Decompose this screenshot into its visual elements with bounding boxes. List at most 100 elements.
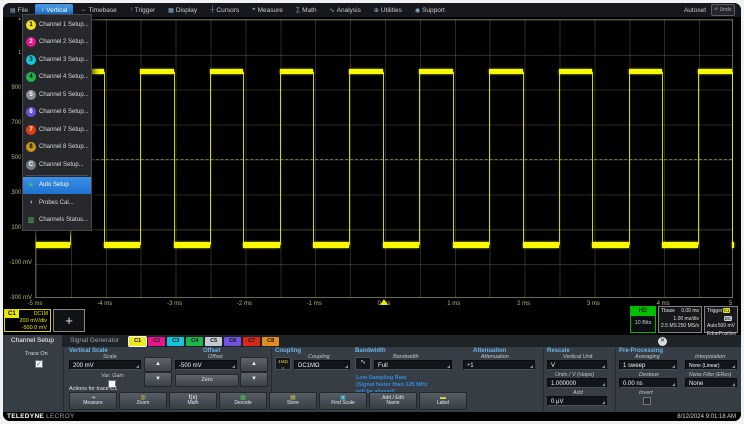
decode-button[interactable]: ▦Decode	[219, 392, 267, 410]
offset-field[interactable]: -500 mV	[175, 360, 237, 370]
offset-zero-button[interactable]: Zero	[175, 374, 239, 387]
trigger-descriptor-box[interactable]: Trigger C1 DC Auto 500 mV Edge Positive	[704, 306, 738, 333]
interpolation-field[interactable]: None (Linear)	[685, 360, 737, 370]
label-button[interactable]: ▬Label	[419, 392, 467, 410]
dialog-tab-row: Channel SetupSignal GeneratorC1C2C3C4C5C…	[3, 335, 741, 347]
undo-autoset-button[interactable]: ↶ Undo	[711, 4, 735, 16]
store-button[interactable]: ▤Store	[269, 392, 317, 410]
scale-field[interactable]: 200 mV	[69, 360, 141, 370]
waveform-edge	[243, 72, 244, 245]
bandwidth-field[interactable]: Full	[374, 360, 452, 370]
menu-item-channel-c-setup[interactable]: CChannel Setup...	[23, 156, 91, 174]
timebase-delay: 0.00 ms	[681, 308, 699, 316]
x-axis-label: -3 ms	[167, 301, 182, 307]
trigger-time-marker[interactable]	[380, 299, 388, 305]
menu-item-label: Auto Setup	[39, 182, 69, 188]
channel-chip-c7[interactable]: C7	[243, 337, 260, 346]
units-per-v-field[interactable]: 1.000000	[547, 378, 607, 388]
teledyne-lecroy-logo: TELEDYNELECROY	[7, 413, 75, 420]
menu-item-channel-3-setup[interactable]: 3Channel 3 Setup...	[23, 51, 91, 69]
noise-filter-field[interactable]: None	[685, 378, 737, 388]
deskew-field[interactable]: 0.00 ns	[619, 378, 677, 388]
measure-button[interactable]: ⇥Measure	[69, 392, 117, 410]
menu-item-channel-6-setup[interactable]: 6Channel 6 Setup...	[23, 104, 91, 122]
waveform-edge	[662, 72, 663, 245]
zoom-button[interactable]: ◎Zoom	[119, 392, 167, 410]
x-axis-label: -2 ms	[237, 301, 252, 307]
find-scale-label: Find Scale	[331, 401, 355, 407]
math-button[interactable]: f(x)Math	[169, 392, 217, 410]
menu-item-channel-4-setup[interactable]: 4Channel 4 Setup...	[23, 69, 91, 87]
coupling-field[interactable]: DC1MΩ	[294, 360, 350, 370]
add-edit-name-button[interactable]: Add / EditName	[369, 392, 417, 410]
c1-descriptor-box[interactable]: C1 DC1M 200 mV/div -500.0 mV	[4, 309, 51, 332]
menu-item-channel-2-setup[interactable]: 2Channel 2 Setup...	[23, 34, 91, 52]
scale-decrease-button[interactable]: ▼	[144, 372, 172, 387]
auto-setup-icon: ★	[26, 181, 36, 189]
channel-chip-c8[interactable]: C8	[262, 337, 279, 346]
add-trace-button[interactable]: +	[53, 309, 85, 332]
menu-trigger[interactable]: ↑Trigger	[124, 4, 161, 16]
waveform-high-segment	[698, 69, 732, 74]
menu-display[interactable]: ▦Display	[162, 4, 203, 16]
tab-channel-setup[interactable]: Channel Setup	[3, 335, 62, 347]
channel-chip-c4[interactable]: C4	[186, 337, 203, 346]
channel-setup-dialog: Channel SetupSignal GeneratorC1C2C3C4C5C…	[3, 335, 741, 412]
dialog-close-button[interactable]: ✕	[658, 337, 667, 346]
autoset-button[interactable]: Autoset	[684, 7, 706, 14]
menu-support[interactable]: ◉Support	[409, 4, 451, 16]
menu-item-probes-cal[interactable]: ◖Probes Cal...	[23, 194, 91, 212]
timebase-samples: 2.5 MS	[661, 323, 677, 331]
x-axis-label: -1 ms	[307, 301, 322, 307]
menu-measure[interactable]: ⌖Measure	[246, 4, 289, 16]
waveform-low-segment	[104, 242, 140, 248]
trace-on-checkbox[interactable]: ✓	[35, 360, 43, 368]
waveform-edge	[419, 72, 420, 245]
datetime-readout: 8/12/2024 9:01:18 AM	[677, 414, 736, 420]
waveform-high-segment	[349, 69, 383, 74]
timebase-label: Tbase	[661, 308, 675, 316]
tab-signal-generator[interactable]: Signal Generator	[62, 335, 127, 347]
offset-decrease-button[interactable]: ▼	[240, 372, 268, 387]
offset-increase-button[interactable]: ▲	[240, 357, 268, 372]
waveform-high-segment	[210, 69, 244, 74]
graticule[interactable]	[35, 19, 733, 298]
menu-item-channel-5-setup[interactable]: 5Channel 5 Setup...	[23, 86, 91, 104]
invert-checkbox[interactable]	[643, 397, 651, 405]
channel-chip-c1[interactable]: C1	[129, 337, 146, 346]
file-icon: ▤	[10, 7, 16, 14]
menu-item-auto-setup[interactable]: ★Auto Setup	[23, 177, 91, 195]
menu-utilities[interactable]: ⊕Utilities	[368, 4, 408, 16]
find-scale-button[interactable]: ▣Find Scale	[319, 392, 367, 410]
channel-chip-c5[interactable]: C5	[205, 337, 222, 346]
channel-6-icon: 6	[26, 107, 36, 117]
averaging-field[interactable]: 1 sweep	[619, 360, 677, 370]
hd-mode-box[interactable]: HD 10 Bits	[630, 306, 656, 333]
channel-3-icon: 3	[26, 55, 36, 65]
add-field[interactable]: 0 µV	[547, 396, 607, 406]
menu-display-label: Display	[176, 7, 197, 14]
timebase-descriptor-box[interactable]: Tbase 0.00 ms 1.00 ms/div 2.5 MS 250 MS/…	[658, 306, 702, 333]
decode-label: Decode	[234, 401, 251, 407]
waveform-display: 1.3 V1.1 V900 mV700 mV500 mV300 mV100 mV…	[3, 17, 741, 307]
channel-chip-c6[interactable]: C6	[224, 337, 241, 346]
menu-item-channels-status[interactable]: ▥Channels Status...	[23, 212, 91, 230]
timebase-per-div: 1.00 ms/div	[673, 316, 699, 324]
menu-item-channel-1-setup[interactable]: 1Channel 1 Setup...	[23, 16, 91, 34]
menu-math[interactable]: ∑Math	[290, 4, 323, 16]
vertical-unit-field[interactable]: V	[547, 360, 607, 370]
undo-label: Undo	[720, 7, 732, 13]
menu-cursors[interactable]: ┼Cursors	[204, 4, 245, 16]
trigger-mode: Auto	[707, 323, 717, 331]
bandwidth-filter-icon: ∿	[355, 357, 371, 370]
channel-chip-c3[interactable]: C3	[167, 337, 184, 346]
scale-increase-button[interactable]: ▲	[144, 357, 172, 372]
menu-analysis[interactable]: ∿Analysis	[324, 4, 367, 16]
waveform-high-segment	[489, 69, 523, 74]
hd-bits-readout: 10 Bits	[631, 320, 655, 326]
menu-item-channel-7-setup[interactable]: 7Channel 7 Setup...	[23, 121, 91, 139]
attenuation-field[interactable]: ÷1	[463, 360, 535, 370]
menu-item-channel-8-setup[interactable]: 8Channel 8 Setup...	[23, 139, 91, 157]
channel-chip-c2[interactable]: C2	[148, 337, 165, 346]
bandwidth-title: Bandwidth	[355, 348, 386, 354]
